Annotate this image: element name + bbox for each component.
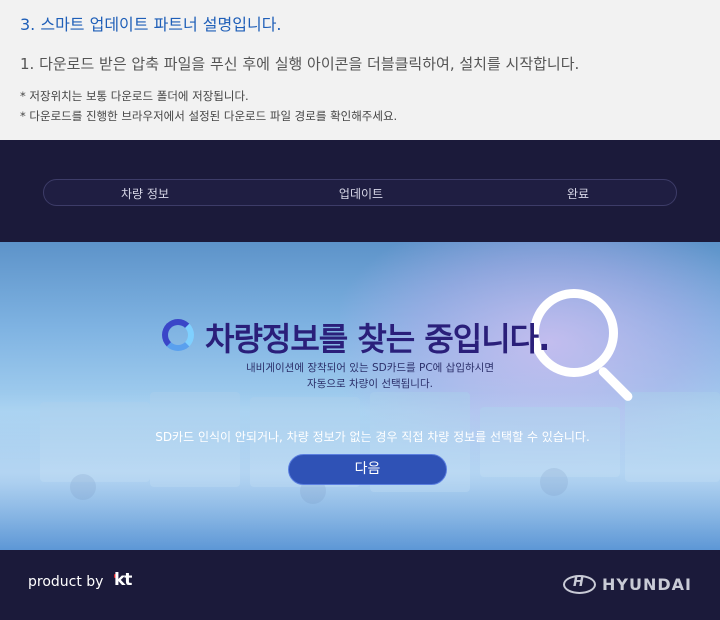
hyundai-logo: HYUNDAI — [602, 575, 692, 594]
note-save-location: * 저장위치는 보통 다운로드 폴더에 저장됩니다. — [20, 89, 249, 103]
hyundai-emblem-letter: H — [573, 575, 584, 590]
manual-selection-notice: SD카드 인식이 안되거나, 차량 정보가 없는 경우 직접 차량 정보를 선택… — [155, 430, 590, 444]
step-update: 업데이트 — [338, 187, 384, 201]
step-vehicle-info: 차량 정보 — [121, 187, 169, 201]
next-button[interactable]: 다음 — [288, 454, 447, 485]
vehicle-search-hero: 차량정보를 찾는 중입니다. 내비게이션에 장착되어 있는 SD카드를 PC에 … — [0, 242, 720, 550]
hero-title: 차량정보를 찾는 중입니다. — [205, 320, 550, 358]
note-download-path: * 다운로드를 진행한 브라우저에서 설정된 다운로드 파일 경로를 확인해주세… — [20, 109, 398, 123]
app-window: 차량 정보 업데이트 완료 차량정보를 찾는 중입니다. 내비게이션에 장착되어… — [0, 140, 720, 620]
section-title: 3. 스마트 업데이트 파트너 설명입니다. — [20, 15, 282, 34]
footer: product by kt H HYUNDAI — [0, 550, 720, 620]
loading-spinner-icon — [162, 319, 194, 351]
product-by-label: product by — [28, 574, 104, 590]
progress-stepper: 차량 정보 업데이트 완료 — [43, 179, 677, 206]
hero-description-line: 내비게이션에 장착되어 있는 SD카드를 PC에 삽입하시면 — [246, 362, 494, 374]
step-complete: 완료 — [566, 187, 590, 201]
instruction-panel: 3. 스마트 업데이트 파트너 설명입니다. 1. 다운로드 받은 압축 파일을… — [0, 0, 720, 140]
hero-description-line: 자동으로 차량이 선택됩니다. — [307, 378, 433, 390]
step-instruction: 1. 다운로드 받은 압축 파일을 푸신 후에 실행 아이콘을 더블클릭하여, … — [20, 55, 580, 73]
kt-logo: kt — [114, 570, 132, 590]
